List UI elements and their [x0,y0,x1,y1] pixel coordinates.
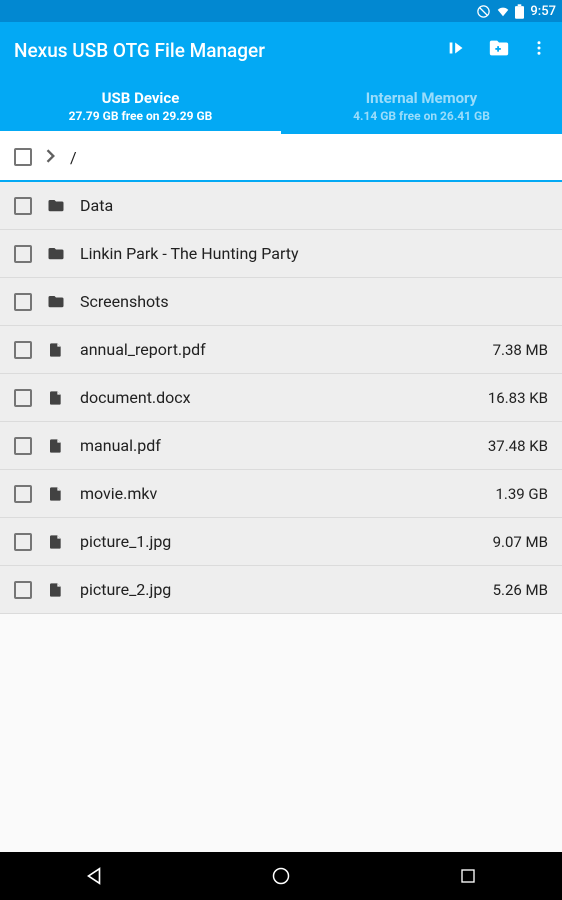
file-checkbox[interactable] [14,197,32,215]
file-checkbox[interactable] [14,533,32,551]
app-bar: Nexus USB OTG File Manager [0,22,562,78]
folder-icon [46,245,66,263]
select-all-checkbox[interactable] [14,148,32,166]
status-bar: 9:57 [0,0,562,22]
file-checkbox[interactable] [14,293,32,311]
file-name: annual_report.pdf [80,340,479,359]
file-size: 37.48 KB [488,437,548,455]
file-icon [46,580,66,600]
tab-label: Internal Memory [366,89,477,107]
current-path[interactable]: / [70,148,77,167]
file-icon [46,388,66,408]
file-row[interactable]: manual.pdf 37.48 KB [0,422,562,470]
app-actions [446,37,548,63]
file-row[interactable]: Linkin Park - The Hunting Party [0,230,562,278]
tabs: USB Device 27.79 GB free on 29.29 GB Int… [0,78,562,134]
chevron-right-icon [46,148,56,167]
file-icon [46,532,66,552]
nav-recent-button[interactable] [428,867,508,885]
file-checkbox[interactable] [14,437,32,455]
file-name: picture_2.jpg [80,580,479,599]
nav-back-button[interactable] [54,865,134,887]
file-row[interactable]: document.docx 16.83 KB [0,374,562,422]
file-icon [46,484,66,504]
file-checkbox[interactable] [14,485,32,503]
tab-internal-memory[interactable]: Internal Memory 4.14 GB free on 26.41 GB [281,78,562,134]
file-row[interactable]: annual_report.pdf 7.38 MB [0,326,562,374]
path-row: / [0,134,562,182]
new-folder-icon[interactable] [488,37,510,63]
file-icon [46,436,66,456]
file-name: movie.mkv [80,484,481,503]
file-row[interactable]: Screenshots [0,278,562,326]
file-name: Data [80,196,534,215]
file-size: 5.26 MB [493,581,548,599]
file-name: picture_1.jpg [80,532,479,551]
nav-bar [0,852,562,900]
eject-icon[interactable] [446,37,468,63]
file-name: document.docx [80,388,474,407]
battery-icon [515,4,524,19]
file-size: 9.07 MB [493,533,548,551]
file-size: 16.83 KB [488,389,548,407]
file-size: 1.39 GB [495,485,548,503]
tab-label: USB Device [102,89,180,107]
file-row[interactable]: picture_1.jpg 9.07 MB [0,518,562,566]
overflow-menu-icon[interactable] [530,38,548,62]
file-row[interactable]: picture_2.jpg 5.26 MB [0,566,562,614]
file-row[interactable]: movie.mkv 1.39 GB [0,470,562,518]
file-size: 7.38 MB [493,341,548,359]
file-checkbox[interactable] [14,581,32,599]
folder-icon [46,197,66,215]
tab-usb-device[interactable]: USB Device 27.79 GB free on 29.29 GB [0,78,281,134]
folder-icon [46,293,66,311]
file-checkbox[interactable] [14,389,32,407]
tab-sub: 27.79 GB free on 29.29 GB [69,109,213,123]
status-time: 9:57 [530,4,556,19]
app-title: Nexus USB OTG File Manager [14,39,446,62]
nav-home-button[interactable] [241,866,321,886]
file-row[interactable]: Data [0,182,562,230]
file-list: Data Linkin Park - The Hunting Party Scree… [0,182,562,614]
file-icon [46,340,66,360]
file-checkbox[interactable] [14,341,32,359]
file-checkbox[interactable] [14,245,32,263]
file-name: manual.pdf [80,436,474,455]
no-entry-icon [476,4,491,19]
wifi-icon [495,4,511,18]
file-name: Screenshots [80,292,534,311]
file-name: Linkin Park - The Hunting Party [80,244,534,263]
tab-sub: 4.14 GB free on 26.41 GB [353,109,490,123]
